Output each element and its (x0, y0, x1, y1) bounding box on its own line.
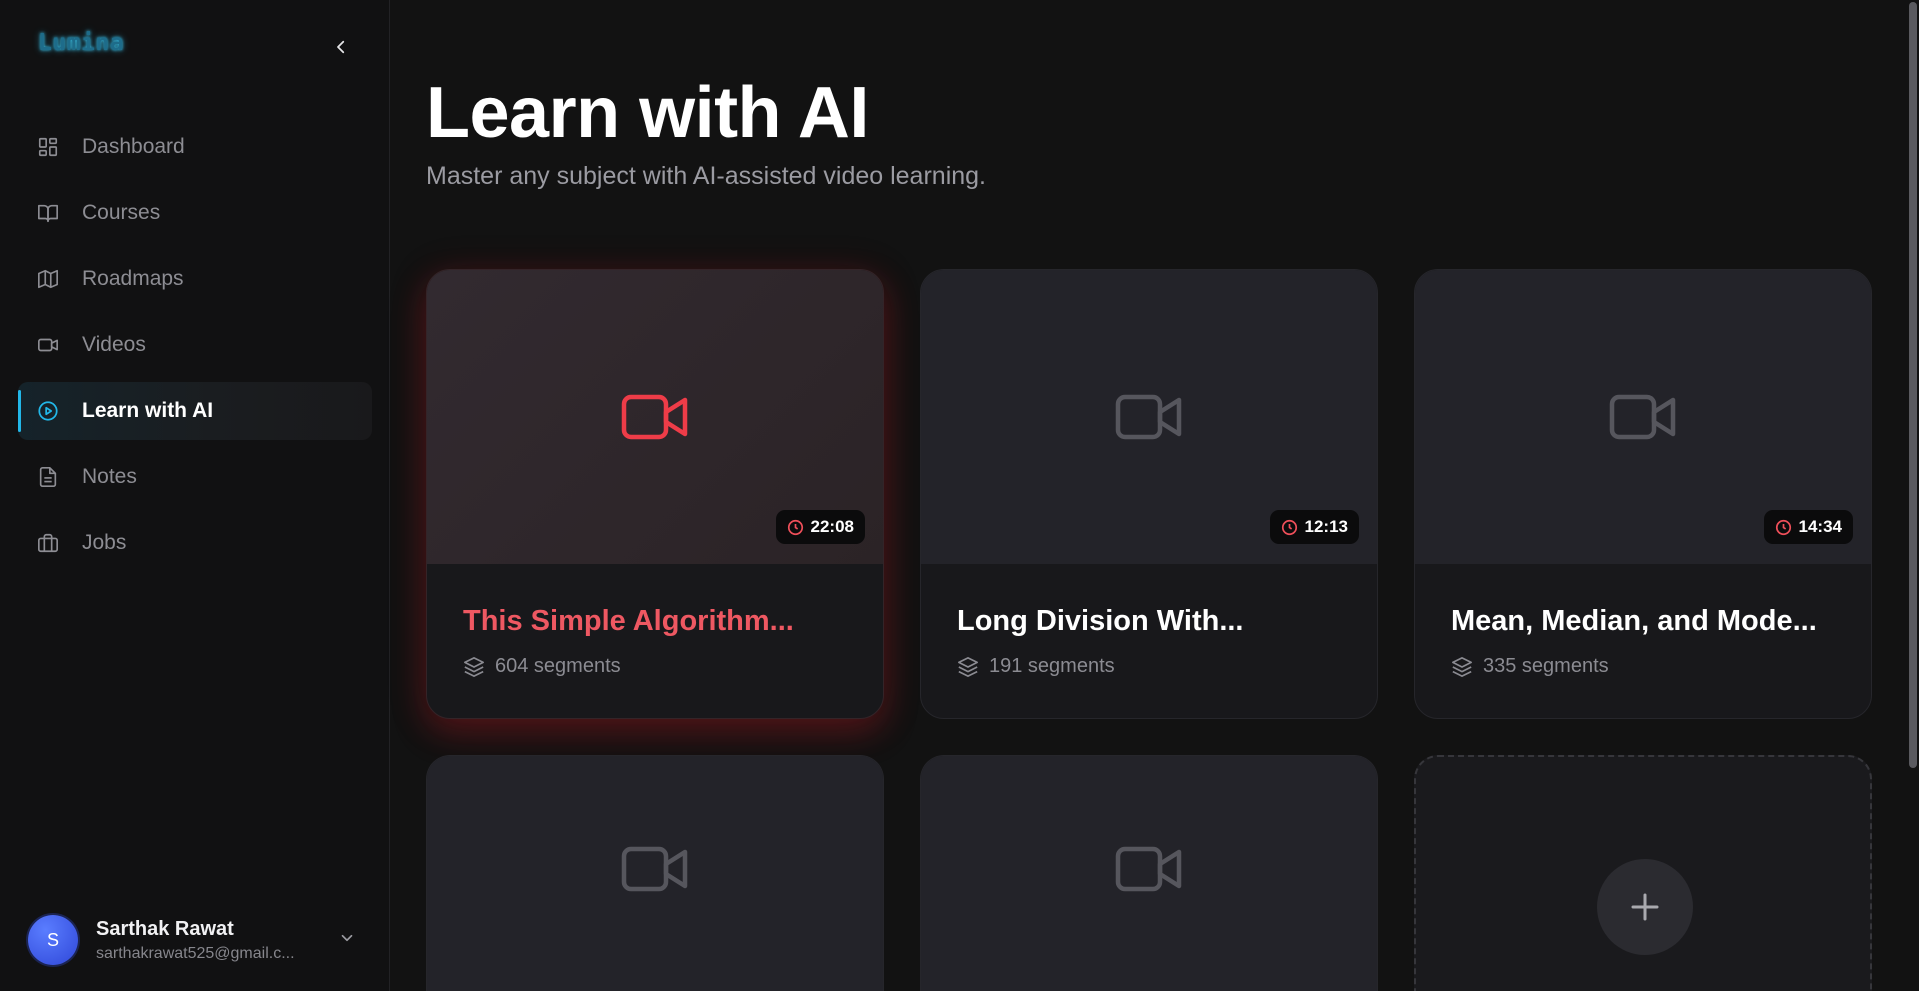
video-title: Mean, Median, and Mode... (1451, 605, 1817, 637)
video-card[interactable] (920, 755, 1378, 991)
duration-text: 14:34 (1798, 517, 1842, 536)
play-circle-icon (36, 399, 60, 423)
sidebar-item-label: Learn with AI (82, 399, 214, 422)
dashboard-icon (36, 135, 60, 159)
duration-badge: 12:13 (1269, 510, 1359, 544)
video-card[interactable] (426, 755, 884, 991)
video-card[interactable]: 22:08 This Simple Algorithm... 604 segme… (426, 269, 884, 719)
sidebar-item-learn-with-ai[interactable]: Learn with AI (18, 382, 372, 440)
video-camera-icon (1115, 846, 1182, 892)
segments-info: 604 segments (463, 655, 621, 678)
duration-badge: 14:34 (1763, 510, 1853, 544)
video-thumbnail: 14:34 (1415, 270, 1871, 564)
sidebar-item-label: Videos (82, 333, 146, 356)
sidebar-nav: Dashboard Courses Roadmaps Videos Learn … (18, 118, 372, 580)
layers-icon (958, 656, 978, 677)
sidebar-item-notes[interactable]: Notes (18, 448, 372, 506)
video-thumbnail (427, 756, 883, 991)
video-card[interactable]: 14:34 Mean, Median, and Mode... 335 segm… (1414, 269, 1872, 719)
map-icon (36, 267, 60, 291)
sidebar-item-courses[interactable]: Courses (18, 184, 372, 242)
sidebar-item-jobs[interactable]: Jobs (18, 514, 372, 572)
sidebar-item-label: Dashboard (82, 135, 185, 158)
video-camera-icon (621, 846, 688, 892)
sidebar-item-label: Courses (82, 201, 161, 224)
app-logo[interactable]: Lumina (38, 30, 124, 56)
video-thumbnail (921, 756, 1377, 991)
user-email: sarthakrawat525@gmail.c... (96, 944, 295, 962)
main-content: Learn with AI Master any subject with AI… (391, 0, 1906, 991)
clock-icon (1775, 519, 1791, 535)
user-menu[interactable]: S Sarthak Rawat sarthakrawat525@gmail.c.… (28, 914, 368, 966)
layers-icon (1452, 656, 1472, 677)
clock-icon (1281, 519, 1297, 535)
collapse-sidebar-button[interactable] (326, 30, 356, 64)
sidebar-item-videos[interactable]: Videos (18, 316, 372, 374)
video-camera-icon (621, 394, 688, 440)
video-camera-icon (1609, 394, 1676, 440)
page-subtitle: Master any subject with AI-assisted vide… (426, 162, 986, 190)
sidebar-item-roadmaps[interactable]: Roadmaps (18, 250, 372, 308)
video-title: This Simple Algorithm... (463, 605, 794, 637)
avatar: S (28, 915, 78, 965)
segments-info: 191 segments (957, 655, 1115, 678)
chevron-left-icon (337, 40, 345, 54)
app-root: Lumina Dashboard Courses Roadmaps Videos… (0, 0, 1919, 991)
video-thumbnail: 22:08 (427, 270, 883, 564)
layers-icon (464, 656, 484, 677)
user-info: Sarthak Rawat sarthakrawat525@gmail.c... (96, 918, 324, 963)
video-icon (36, 333, 60, 357)
video-card[interactable]: 12:13 Long Division With... 191 segments (920, 269, 1378, 719)
segments-count: 604 segments (495, 655, 621, 677)
segments-count: 191 segments (989, 655, 1115, 677)
sidebar-item-label: Notes (82, 465, 137, 488)
scrollbar-thumb[interactable] (1909, 2, 1917, 768)
file-text-icon (36, 465, 60, 489)
sidebar: Lumina Dashboard Courses Roadmaps Videos… (0, 0, 390, 991)
duration-badge: 22:08 (775, 510, 865, 544)
segments-count: 335 segments (1483, 655, 1609, 677)
video-thumbnail: 12:13 (921, 270, 1377, 564)
video-title: Long Division With... (957, 605, 1244, 637)
segments-info: 335 segments (1451, 655, 1609, 678)
sidebar-item-label: Roadmaps (82, 267, 184, 290)
page-title: Learn with AI (426, 73, 869, 153)
video-camera-icon (1115, 394, 1182, 440)
duration-text: 22:08 (810, 517, 854, 536)
sidebar-item-label: Jobs (82, 531, 127, 554)
briefcase-icon (36, 531, 60, 555)
scrollbar[interactable] (1906, 0, 1919, 991)
add-video-button[interactable] (1597, 859, 1693, 955)
plus-icon (1631, 893, 1659, 921)
sidebar-item-dashboard[interactable]: Dashboard (18, 118, 372, 176)
add-video-card[interactable] (1414, 755, 1872, 991)
book-icon (36, 201, 60, 225)
duration-text: 12:13 (1304, 517, 1348, 536)
chevron-down-icon[interactable] (338, 929, 356, 952)
user-name: Sarthak Rawat (96, 917, 234, 940)
clock-icon (787, 519, 803, 535)
